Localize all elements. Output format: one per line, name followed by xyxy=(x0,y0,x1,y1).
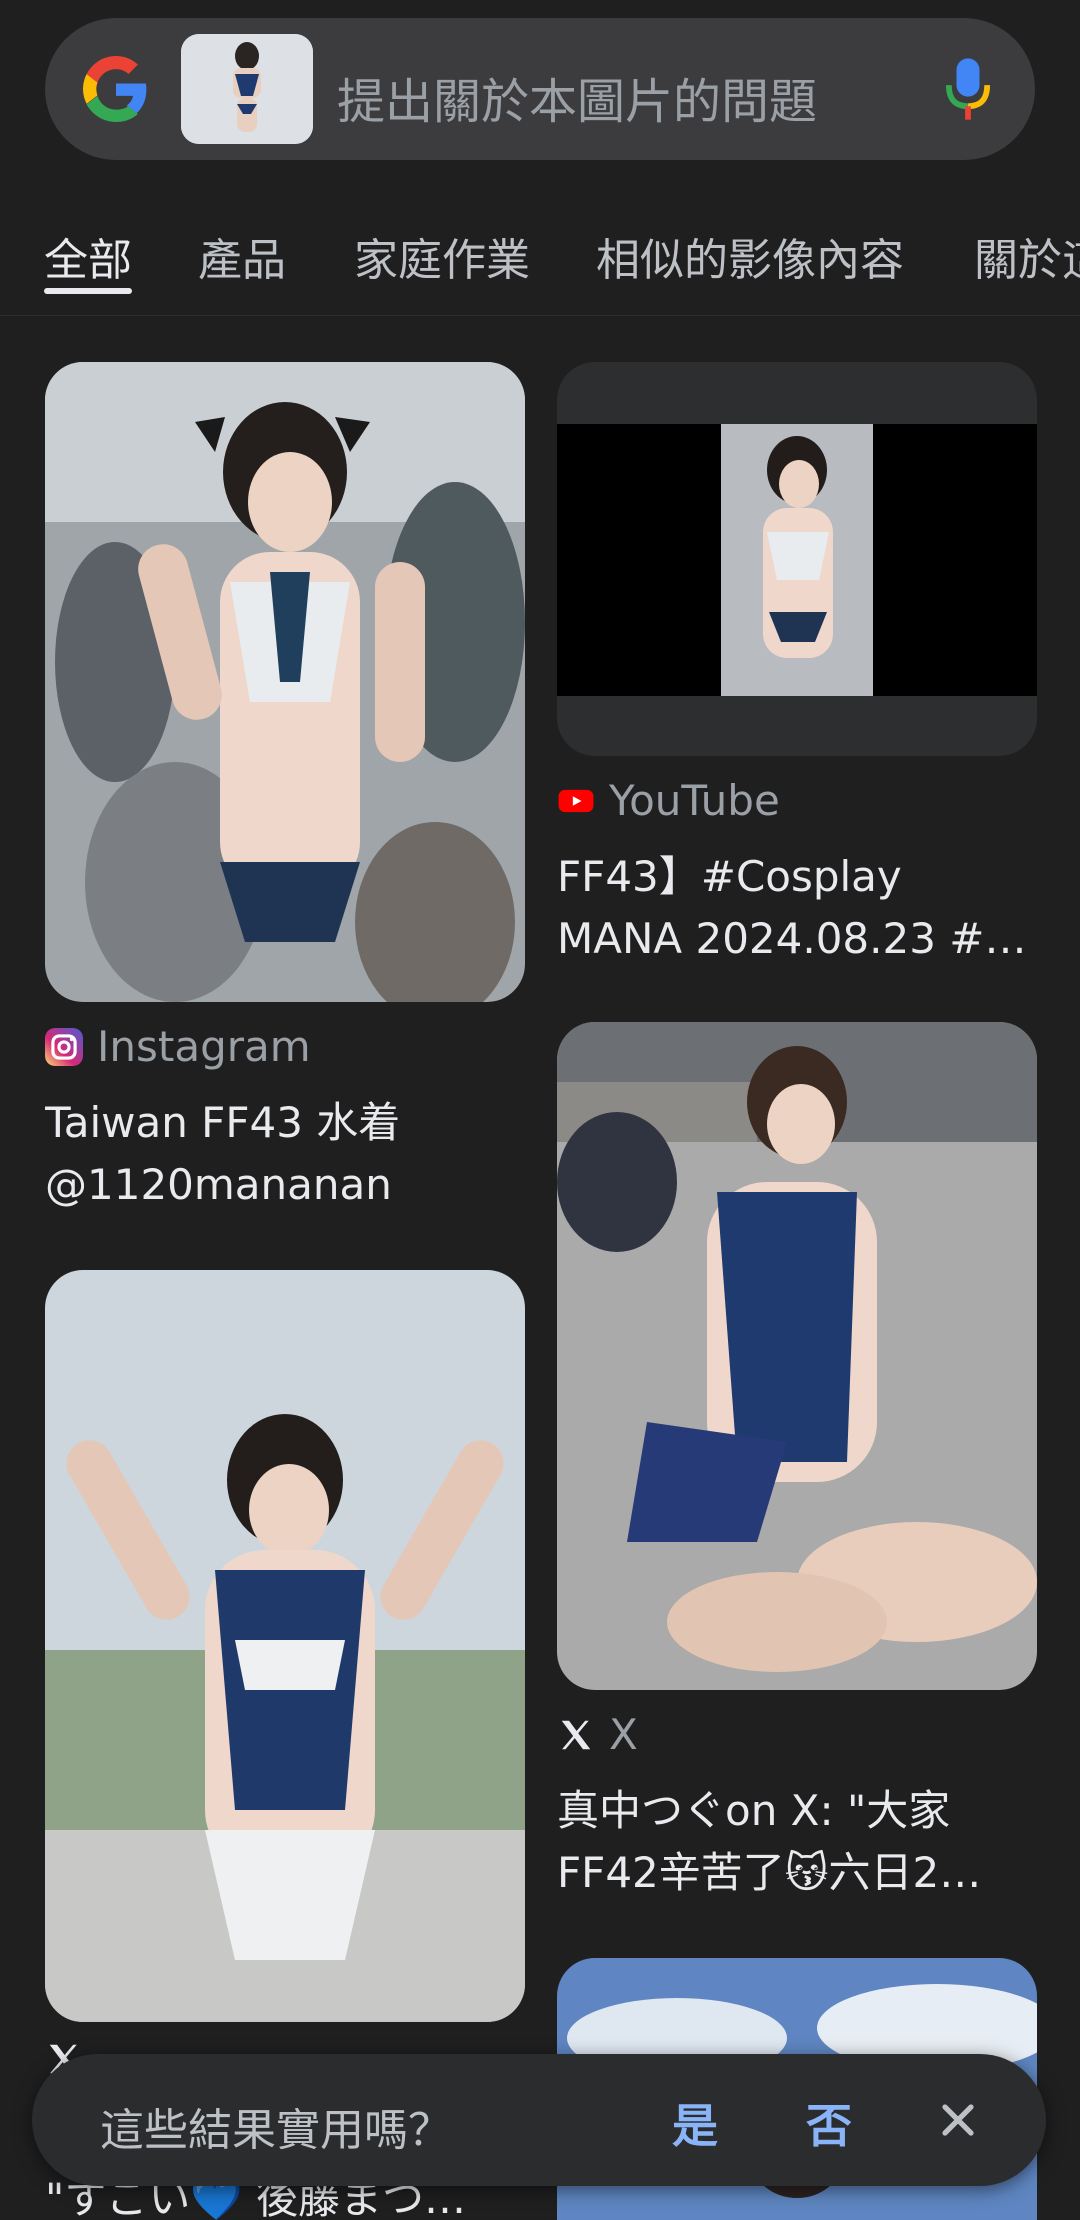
tab-homework[interactable]: 家庭作業 xyxy=(354,224,530,288)
title-line: FF43】#Cosplay xyxy=(557,852,902,901)
tab-about[interactable]: 關於這 xyxy=(974,224,1080,288)
feedback-bar: 這些結果實用嗎？ 是 否 xyxy=(32,2054,1046,2186)
result-image[interactable] xyxy=(45,362,525,1002)
result-source[interactable]: Instagram xyxy=(45,1022,311,1071)
source-name: X xyxy=(609,1710,638,1759)
result-title[interactable]: Taiwan FF43 水着 @1120mananan xyxy=(45,1092,525,1216)
result-image[interactable] xyxy=(45,1270,525,2022)
title-line: @1120mananan xyxy=(45,1160,392,1209)
source-name: Instagram xyxy=(97,1022,311,1071)
result-source[interactable]: YouTube xyxy=(557,776,780,825)
source-name: YouTube xyxy=(609,776,780,825)
feedback-question: 這些結果實用嗎？ xyxy=(100,2105,452,2156)
tab-products[interactable]: 產品 xyxy=(198,224,286,288)
google-g-icon[interactable] xyxy=(83,56,149,122)
result-source[interactable]: X xyxy=(557,1710,638,1759)
youtube-icon xyxy=(558,789,594,812)
x-icon xyxy=(561,1720,591,1749)
title-line: Taiwan FF43 水着 xyxy=(45,1098,401,1147)
close-icon[interactable] xyxy=(932,2094,984,2146)
feedback-no-button[interactable]: 否 xyxy=(806,2090,852,2156)
search-bar[interactable]: 提出關於本圖片的問題 xyxy=(45,18,1035,160)
title-line: MANA 2024.08.23 #… xyxy=(557,914,1027,963)
filter-tabs: 全部 產品 家庭作業 相似的影像內容 關於這 xyxy=(0,200,1080,316)
mic-icon[interactable] xyxy=(945,54,991,124)
feedback-yes-button[interactable]: 是 xyxy=(672,2090,718,2156)
result-title[interactable]: 真中つぐon X: "大家 FF42辛苦了😽六日2… xyxy=(557,1780,1037,1904)
result-video-thumbnail[interactable] xyxy=(557,362,1037,756)
result-title[interactable]: FF43】#Cosplay MANA 2024.08.23 #… xyxy=(557,846,1037,970)
page: 提出關於本圖片的問題 全部 產品 家庭作業 相似的影像內容 關於這 xyxy=(0,0,1080,2220)
active-tab-indicator xyxy=(44,288,132,294)
result-image[interactable] xyxy=(557,1022,1037,1690)
instagram-icon xyxy=(45,1027,83,1066)
tab-similar-images[interactable]: 相似的影像內容 xyxy=(596,224,904,288)
query-image-thumbnail[interactable] xyxy=(181,34,313,144)
search-input[interactable]: 提出關於本圖片的問題 xyxy=(337,62,817,132)
title-line: FF42辛苦了😽六日2… xyxy=(557,1848,982,1897)
title-line: 真中つぐon X: "大家 xyxy=(557,1786,951,1835)
tab-all[interactable]: 全部 xyxy=(44,224,132,288)
